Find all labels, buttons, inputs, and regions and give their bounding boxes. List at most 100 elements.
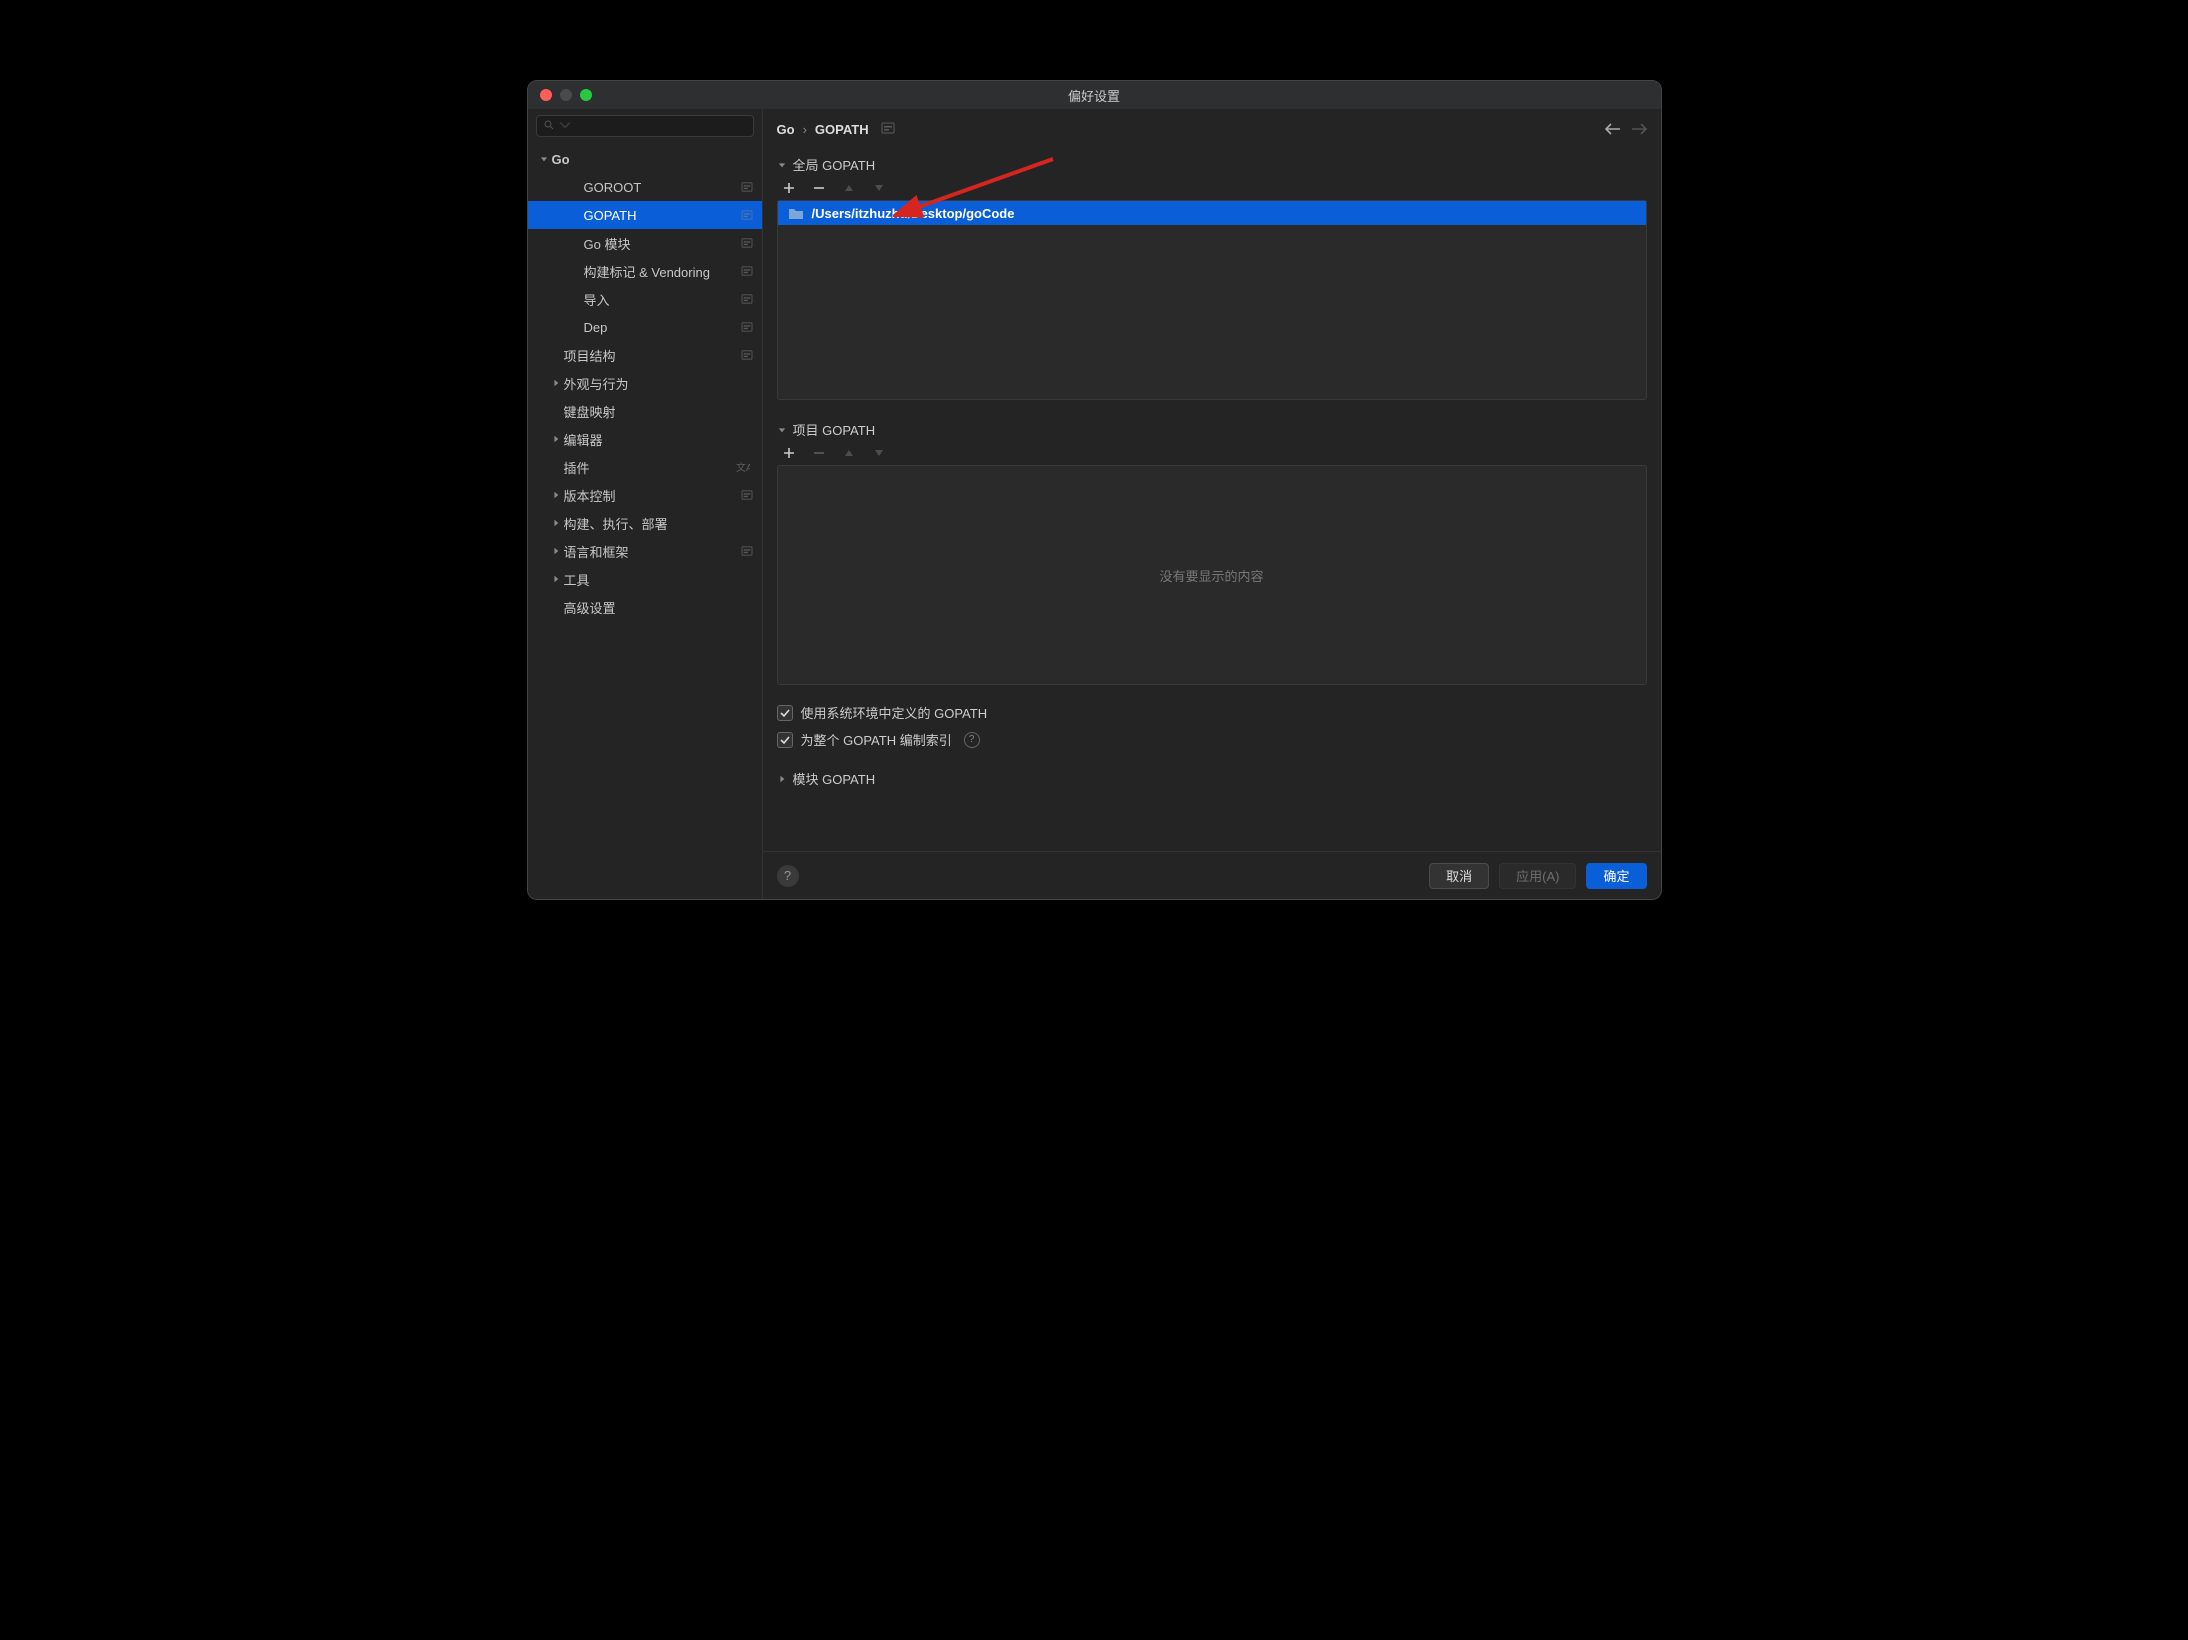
main-panel: Go › GOPATH [763, 109, 1661, 899]
section-title: 模块 GOPATH [793, 769, 876, 788]
global-toolbar [777, 176, 1647, 200]
sidebar-item-dep[interactable]: Dep [528, 313, 762, 341]
scope-badge-icon [740, 265, 754, 277]
move-down-button[interactable] [871, 445, 887, 461]
remove-button[interactable] [811, 445, 827, 461]
scope-badge-icon [740, 209, 754, 221]
move-down-button[interactable] [871, 180, 887, 196]
section-header-project[interactable]: 项目 GOPATH [777, 414, 1647, 441]
spacer [570, 181, 582, 193]
sidebar-item--vendoring[interactable]: 构建标记 & Vendoring [528, 257, 762, 285]
language-icon: 文A [736, 460, 750, 474]
sidebar-item-label: Go 模块 [584, 234, 740, 253]
sidebar-item-label: 高级设置 [564, 598, 754, 617]
sidebar-item-label: 工具 [564, 570, 754, 589]
project-toolbar [777, 441, 1647, 465]
help-button[interactable]: ? [777, 865, 799, 887]
dialog-footer: ? 取消 应用(A) 确定 [763, 851, 1661, 899]
add-button[interactable] [781, 180, 797, 196]
move-up-button[interactable] [841, 445, 857, 461]
sidebar-item-goroot[interactable]: GOROOT [528, 173, 762, 201]
chevron-right-icon [550, 517, 562, 529]
scope-badge-icon [740, 321, 754, 333]
sidebar-item--[interactable]: 项目结构 [528, 341, 762, 369]
remove-button[interactable] [811, 180, 827, 196]
sidebar-item-label: 构建、执行、部署 [564, 514, 754, 533]
sidebar-item--[interactable]: 版本控制 [528, 481, 762, 509]
sidebar-item--[interactable]: 导入 [528, 285, 762, 313]
spacer [550, 461, 562, 473]
sidebar-item-label: 构建标记 & Vendoring [584, 262, 740, 281]
checkbox-label: 为整个 GOPATH 编制索引 [801, 730, 952, 749]
move-up-button[interactable] [841, 180, 857, 196]
checkbox-checked-icon [777, 705, 793, 721]
sidebar-item-label: Go [552, 152, 754, 167]
spacer [570, 265, 582, 277]
minimize-window-button[interactable] [560, 89, 572, 101]
scope-badge-icon [740, 489, 754, 501]
sidebar-item--[interactable]: 外观与行为 [528, 369, 762, 397]
chevron-right-icon [550, 573, 562, 585]
sidebar-item--[interactable]: 插件文A [528, 453, 762, 481]
checkbox-checked-icon [777, 732, 793, 748]
sidebar-item-label: Dep [584, 320, 740, 335]
traffic-lights [528, 89, 592, 101]
cancel-button[interactable]: 取消 [1429, 863, 1489, 889]
sidebar-item--[interactable]: 编辑器 [528, 425, 762, 453]
section-title: 项目 GOPATH [793, 420, 876, 439]
scope-badge-icon [740, 349, 754, 361]
sidebar-item--[interactable]: 工具 [528, 565, 762, 593]
close-window-button[interactable] [540, 89, 552, 101]
section-title: 全局 GOPATH [793, 155, 876, 174]
sidebar-item-gopath[interactable]: GOPATH [528, 201, 762, 229]
chevron-down-icon [559, 119, 571, 134]
empty-placeholder: 没有要显示的内容 [1159, 566, 1263, 585]
chevron-right-icon [550, 377, 562, 389]
global-gopath-list[interactable]: /Users/itzhuzhu/Desktop/goCode [777, 200, 1647, 400]
sidebar-item-go[interactable]: Go [528, 145, 762, 173]
project-gopath-list[interactable]: 没有要显示的内容 [777, 465, 1647, 685]
sidebar-item--[interactable]: 高级设置 [528, 593, 762, 621]
settings-tree[interactable]: Go GOROOT GOPATH Go 模块构建标记 & Vendoring 导入 Dep… [528, 143, 762, 899]
svg-text:文A: 文A [736, 461, 750, 474]
spacer [570, 209, 582, 221]
chevron-down-icon [538, 153, 550, 165]
ok-button[interactable]: 确定 [1586, 863, 1646, 889]
chevron-right-icon [550, 433, 562, 445]
section-header-global[interactable]: 全局 GOPATH [777, 149, 1647, 176]
disclosure-triangle-icon [777, 160, 787, 170]
sidebar-item--[interactable]: 语言和框架 [528, 537, 762, 565]
list-item[interactable]: /Users/itzhuzhu/Desktop/goCode [778, 201, 1646, 225]
sidebar: Go GOROOT GOPATH Go 模块构建标记 & Vendoring 导入 Dep… [528, 109, 763, 899]
folder-icon [788, 206, 804, 220]
path-text: /Users/itzhuzhu/Desktop/goCode [812, 206, 1015, 221]
nav-back-button[interactable] [1605, 123, 1621, 135]
search-input[interactable] [536, 115, 754, 137]
sidebar-item--[interactable]: 构建、执行、部署 [528, 509, 762, 537]
breadcrumb-root[interactable]: Go [777, 122, 795, 137]
spacer [570, 293, 582, 305]
checkbox-label: 使用系统环境中定义的 GOPATH [801, 703, 988, 722]
index-whole-gopath-checkbox[interactable]: 为整个 GOPATH 编制索引 ? [777, 726, 1647, 753]
sidebar-item-label: 项目结构 [564, 346, 740, 365]
zoom-window-button[interactable] [580, 89, 592, 101]
titlebar: 偏好设置 [528, 81, 1661, 109]
sidebar-item-label: 版本控制 [564, 486, 740, 505]
spacer [550, 349, 562, 361]
scope-badge-icon [740, 293, 754, 305]
sidebar-item-label: 编辑器 [564, 430, 754, 449]
section-header-module[interactable]: 模块 GOPATH [777, 763, 1647, 790]
scope-badge-icon [740, 237, 754, 249]
spacer [550, 405, 562, 417]
spacer [550, 601, 562, 613]
help-icon[interactable]: ? [964, 732, 980, 748]
breadcrumb-bar: Go › GOPATH [763, 109, 1661, 149]
sidebar-item--[interactable]: 键盘映射 [528, 397, 762, 425]
sidebar-item-go-[interactable]: Go 模块 [528, 229, 762, 257]
add-button[interactable] [781, 445, 797, 461]
sidebar-item-label: 插件 [564, 458, 736, 477]
use-system-gopath-checkbox[interactable]: 使用系统环境中定义的 GOPATH [777, 699, 1647, 726]
window-title: 偏好设置 [528, 86, 1661, 105]
sidebar-item-label: GOROOT [584, 180, 740, 195]
disclosure-triangle-icon [777, 425, 787, 435]
